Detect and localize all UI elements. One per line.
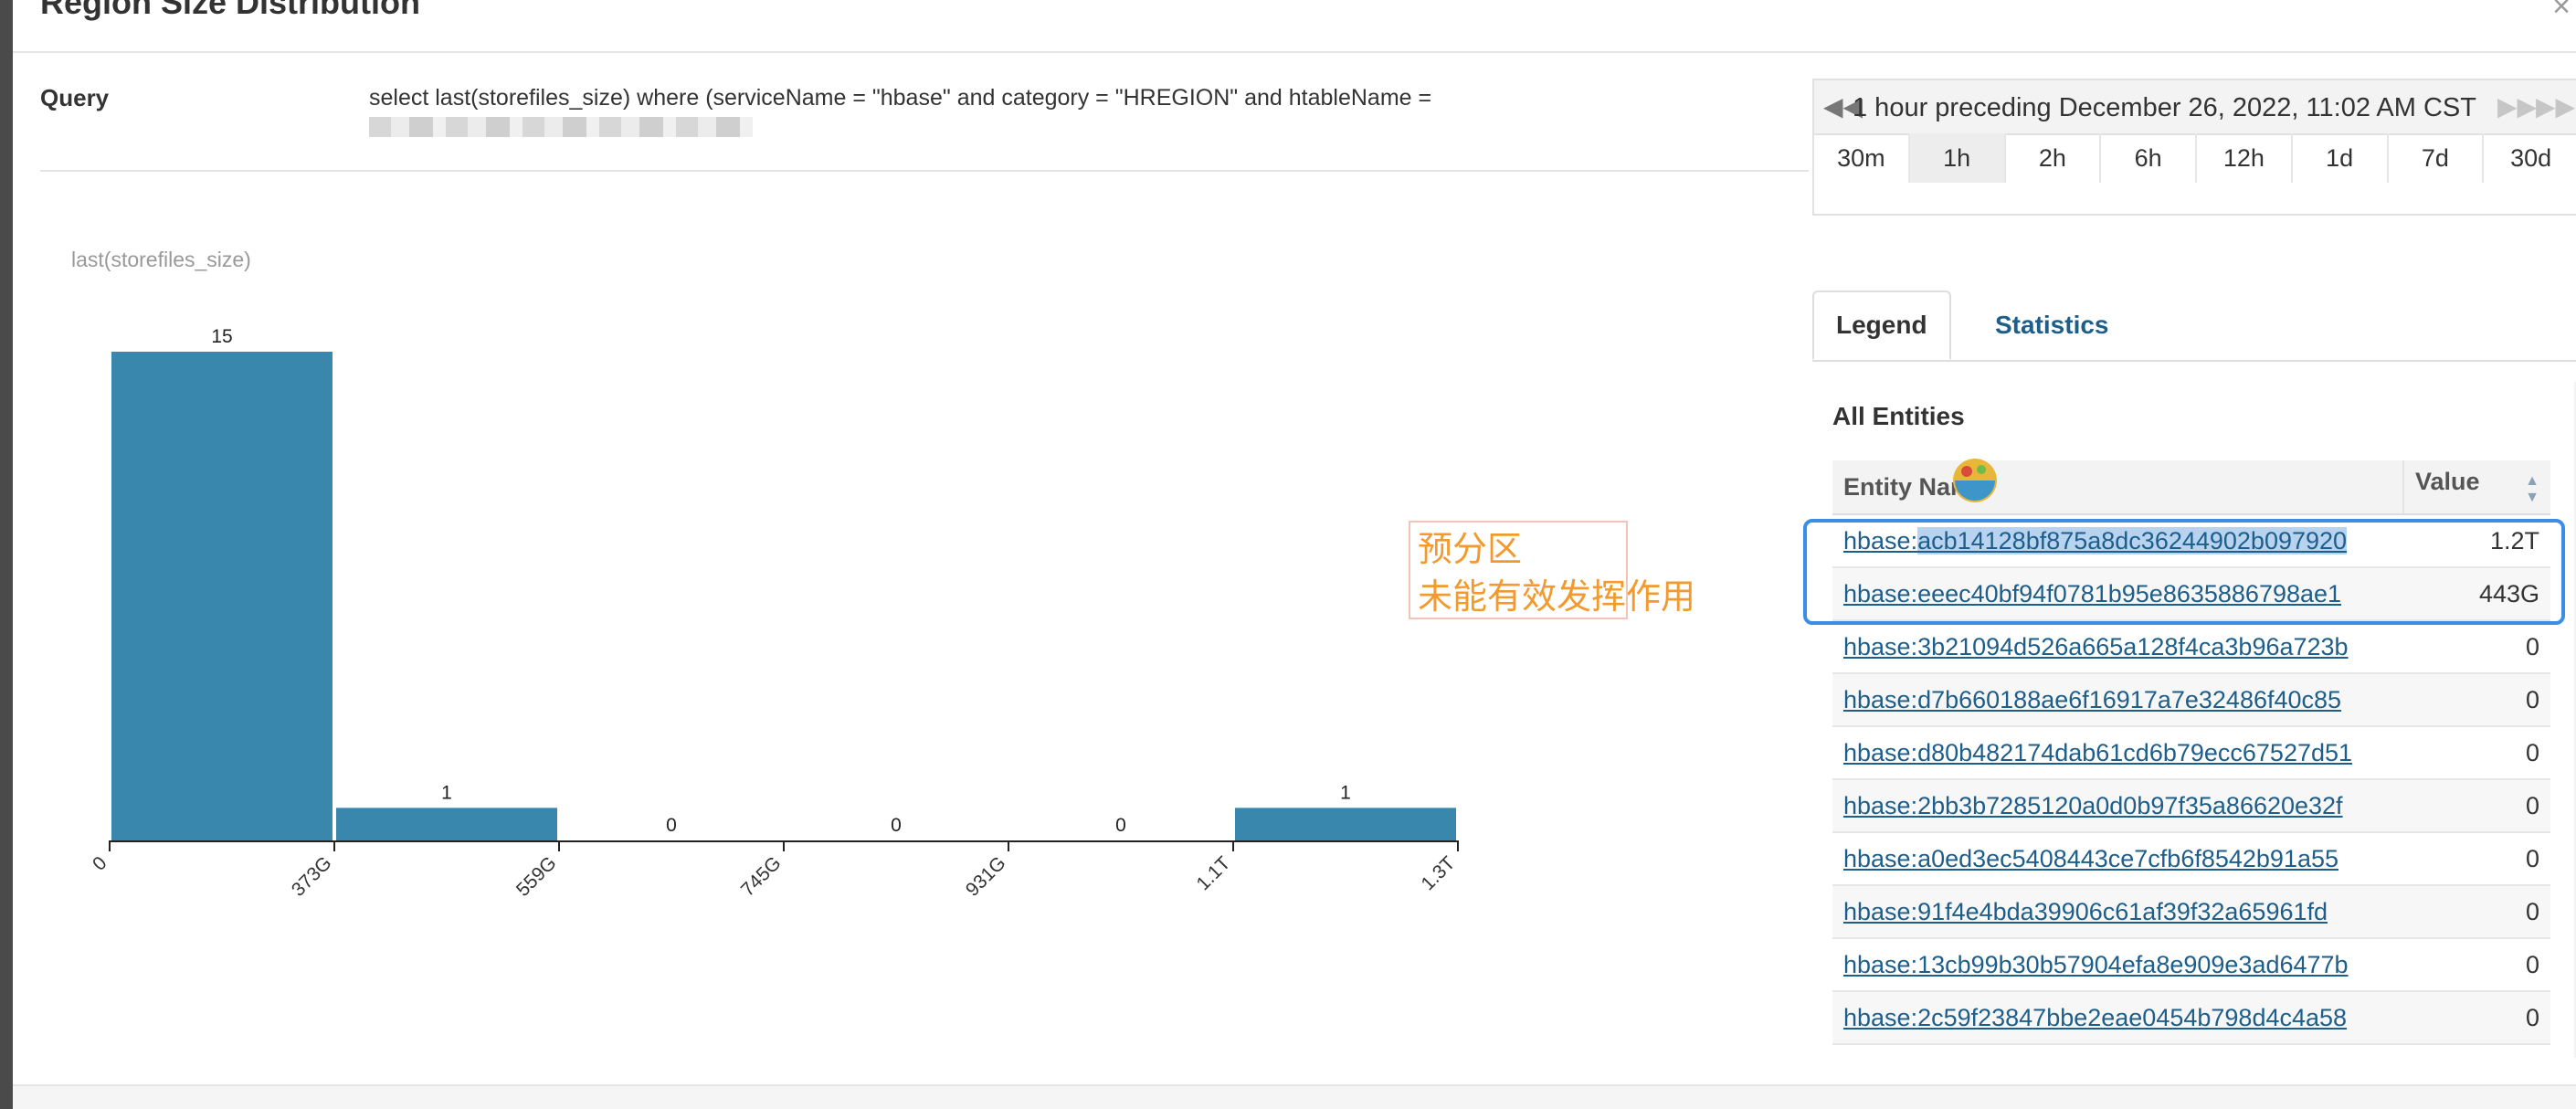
table-row: hbase:3b21094d526a665a128f4ca3b96a723b 0 — [1832, 620, 2550, 674]
entity-name-cell: hbase:13cb99b30b57904efa8e909e3ad6477b — [1832, 938, 2403, 992]
entity-value-cell: 0 — [2403, 991, 2550, 1045]
table-row: hbase:eeec40bf94f0781b95e8635886798ae1 44… — [1832, 567, 2550, 621]
table-row: hbase:a0ed3ec5408443ce7cfb6f8542b91a55 0 — [1832, 832, 2550, 886]
entity-link[interactable]: hbase:a0ed3ec5408443ce7cfb6f8542b91a55 — [1843, 845, 2338, 872]
table-row: hbase:d80b482174dab61cd6b79ecc67527d51 0 — [1832, 726, 2550, 780]
time-range-label: 1 hour preceding December 26, 2022, 11:0… — [1853, 93, 2476, 122]
entity-name-cell: hbase:91f4e4bda39906c61af39f32a65961fd — [1832, 885, 2403, 939]
table-row: hbase:d7b660188ae6f16917a7e32486f40c85 0 — [1832, 673, 2550, 727]
entity-name-cell: hbase:d80b482174dab61cd6b79ecc67527d51 — [1832, 726, 2403, 780]
entities-title: All Entities — [1832, 402, 1965, 430]
x-tick-label: 0 — [89, 852, 111, 875]
entity-value-cell: 0 — [2403, 673, 2550, 727]
annotation-line-2: 未能有效发挥作用 — [1418, 578, 1696, 617]
table-row: hbase:91f4e4bda39906c61af39f32a65961fd 0 — [1832, 885, 2550, 939]
range-button-2h[interactable]: 2h — [2006, 133, 2102, 183]
redacted-query-text — [369, 117, 753, 137]
entity-name-cell: hbase:d7b660188ae6f16917a7e32486f40c85 — [1832, 673, 2403, 727]
query-text: select last(storefiles_size) where (serv… — [369, 82, 1502, 137]
close-icon[interactable]: × — [2552, 0, 2571, 25]
time-range-picker: ◀◀ 1 hour preceding December 26, 2022, 1… — [1812, 79, 2576, 216]
bar-value-label: 15 — [211, 326, 232, 347]
entity-link[interactable]: hbase:d7b660188ae6f16917a7e32486f40c85 — [1843, 686, 2341, 713]
bar-value-label: 0 — [1115, 815, 1126, 836]
range-button-6h[interactable]: 6h — [2101, 133, 2197, 183]
table-row: hbase:2bb3b7285120a0d0b97f35a86620e32f 0 — [1832, 779, 2550, 833]
chart-title: last(storefiles_size) — [71, 248, 251, 271]
entity-link[interactable]: hbase:2c59f23847bbe2eae0454b798d4c4a58 — [1843, 1004, 2347, 1031]
entity-link[interactable]: hbase:eeec40bf94f0781b95e8635886798ae1 — [1843, 580, 2341, 607]
entity-name-cell: hbase:acb14128bf875a8dc36244902b097920 — [1832, 514, 2403, 568]
time-range-header: ◀◀ 1 hour preceding December 26, 2022, 1… — [1814, 80, 2576, 135]
x-tick-label: 1.3T — [1418, 852, 1460, 894]
entity-name-cell: hbase:2c59f23847bbe2eae0454b798d4c4a58 — [1832, 991, 2403, 1045]
bar-value-label: 0 — [666, 815, 677, 836]
entity-link[interactable]: hbase:13cb99b30b57904efa8e909e3ad6477b — [1843, 951, 2349, 978]
range-button-1d[interactable]: 1d — [2293, 133, 2389, 183]
tab-legend[interactable]: Legend — [1812, 290, 1951, 360]
bar-value-label: 1 — [441, 782, 452, 803]
range-button-30d[interactable]: 30d — [2484, 133, 2576, 183]
query-string: select last(storefiles_size) where (serv… — [369, 85, 1432, 111]
histogram-bar — [336, 808, 557, 840]
x-tick-label: 745G — [737, 852, 786, 901]
column-header-value-label: Value — [2415, 468, 2480, 495]
entity-value-cell: 0 — [2403, 779, 2550, 833]
entity-link[interactable]: hbase:d80b482174dab61cd6b79ecc67527d51 — [1843, 739, 2352, 766]
sort-icon[interactable]: ▲ ▼ — [2525, 473, 2539, 506]
annotation-line-1: 预分区 — [1418, 531, 1523, 569]
table-row: hbase:acb14128bf875a8dc36244902b097920 1.… — [1832, 514, 2550, 568]
entities-table: Entity Name Value ▲ ▼ hbase:acb14128bf875… — [1832, 460, 2550, 1045]
range-button-30m[interactable]: 30m — [1814, 133, 1910, 183]
entity-link[interactable]: hbase:acb14128bf875a8dc36244902b097920 — [1843, 526, 2348, 554]
x-tick-label: 931G — [962, 852, 1010, 901]
range-buttons: 30m 1h 2h 6h 12h 1d 7d 30d — [1814, 133, 2576, 183]
bar-value-label: 0 — [891, 815, 902, 836]
x-tick-label: 373G — [288, 852, 336, 901]
skip-to-end-icon[interactable]: ▶▶| — [2536, 91, 2576, 121]
entity-link[interactable]: hbase:2bb3b7285120a0d0b97f35a86620e32f — [1843, 792, 2343, 819]
panel-tabs: Legend Statistics — [1812, 290, 2576, 362]
column-header-entity-name[interactable]: Entity Name — [1832, 460, 2403, 515]
range-button-12h[interactable]: 12h — [2197, 133, 2293, 183]
histogram-bar — [111, 352, 333, 840]
x-tick-label: 559G — [512, 852, 561, 901]
range-button-1h[interactable]: 1h — [1909, 133, 2006, 183]
region-size-modal: Region Size Distribution × Query select … — [13, 0, 2576, 1109]
modal-title: Region Size Distribution — [40, 0, 421, 21]
entity-link[interactable]: hbase:91f4e4bda39906c61af39f32a65961fd — [1843, 898, 2328, 925]
entity-link[interactable]: hbase:3b21094d526a665a128f4ca3b96a723b — [1843, 633, 2349, 660]
entity-value-cell: 0 — [2403, 885, 2550, 939]
query-label: Query — [40, 84, 110, 111]
table-row: hbase:13cb99b30b57904efa8e909e3ad6477b 0 — [1832, 938, 2550, 992]
column-header-value[interactable]: Value ▲ ▼ — [2402, 460, 2550, 515]
entity-value-cell: 1.2T — [2403, 514, 2550, 568]
entity-value-cell: 0 — [2403, 832, 2550, 886]
entity-name-cell: hbase:eeec40bf94f0781b95e8635886798ae1 — [1832, 567, 2403, 621]
modal-header: Region Size Distribution × — [13, 0, 2576, 53]
entity-value-cell: 0 — [2403, 938, 2550, 992]
range-button-7d[interactable]: 7d — [2389, 133, 2485, 183]
bar-value-label: 1 — [1340, 782, 1351, 803]
sticker-icon — [1953, 459, 1997, 502]
entity-value-cell: 443G — [2403, 567, 2550, 621]
entity-name-cell: hbase:2bb3b7285120a0d0b97f35a86620e32f — [1832, 779, 2403, 833]
histogram-bar — [1235, 808, 1456, 840]
entity-value-cell: 0 — [2403, 726, 2550, 780]
entity-name-cell: hbase:a0ed3ec5408443ce7cfb6f8542b91a55 — [1832, 832, 2403, 886]
background-page-strip — [0, 0, 13, 1109]
table-header-row: Entity Name Value ▲ ▼ — [1832, 460, 2550, 515]
tab-statistics[interactable]: Statistics — [1973, 290, 2131, 360]
fast-forward-icon[interactable]: ▶▶ — [2497, 91, 2537, 121]
modal-footer — [13, 1084, 2576, 1109]
x-tick-label: 1.1T — [1193, 852, 1235, 894]
histogram-chart: last(storefiles_size) 15 1 0 0 0 1 0 373G 559G 745… — [71, 248, 1460, 901]
entity-value-cell: 0 — [2403, 620, 2550, 674]
table-row: hbase:2c59f23847bbe2eae0454b798d4c4a58 0 — [1832, 991, 2550, 1045]
annotation-note: 预分区 未能有效发挥作用 — [1409, 521, 1696, 619]
entity-name-cell: hbase:3b21094d526a665a128f4ca3b96a723b — [1832, 620, 2403, 674]
divider — [40, 170, 1809, 172]
